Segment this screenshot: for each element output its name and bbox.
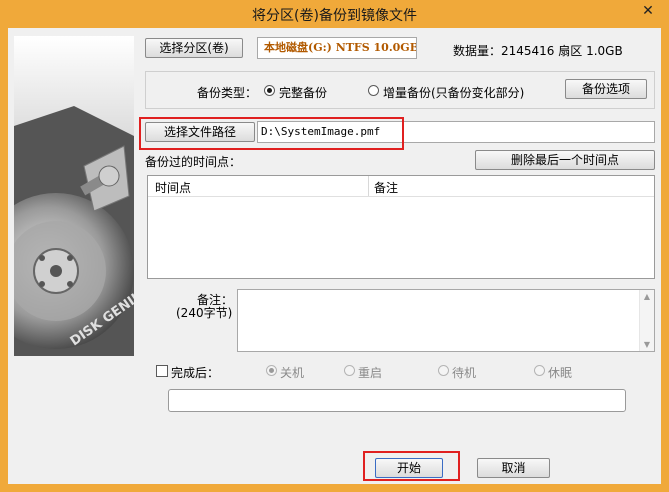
column-divider	[368, 176, 369, 196]
notes-textarea[interactable]: ▲ ▼	[237, 289, 655, 352]
start-button[interactable]: 开始	[375, 458, 443, 478]
selected-drive-display: 本地磁盘(G:) NTFS 10.0GB	[257, 37, 417, 59]
file-path-value: D:\SystemImage.pmf	[261, 125, 381, 138]
history-table-header: 时间点 备注	[148, 176, 654, 197]
shutdown-radio[interactable]	[266, 365, 277, 376]
backup-options-button[interactable]: 备份选项	[565, 79, 647, 99]
restart-label[interactable]: 重启	[358, 364, 382, 381]
full-backup-radio[interactable]	[264, 85, 275, 96]
title-bar: 将分区(卷)备份到镜像文件 ✕	[0, 0, 669, 28]
hibernate-label[interactable]: 休眠	[548, 364, 572, 381]
select-file-path-button[interactable]: 选择文件路径	[145, 122, 255, 142]
notes-limit-label: (240字节)	[176, 306, 233, 320]
backup-progress-bar	[168, 389, 626, 412]
file-path-field[interactable]: D:\SystemImage.pmf	[257, 121, 655, 143]
scroll-down-icon[interactable]: ▼	[640, 340, 654, 349]
hard-disk-icon: DISK GENIUS	[14, 36, 134, 356]
scroll-up-icon[interactable]: ▲	[640, 292, 654, 301]
cancel-button[interactable]: 取消	[477, 458, 550, 478]
data-size-label: 数据量：2145416 扇区 1.0GB	[453, 44, 623, 58]
column-header-timepoint[interactable]: 时间点	[155, 179, 191, 196]
after-complete-checkbox[interactable]	[156, 365, 168, 377]
after-complete-label[interactable]: 完成后：	[171, 364, 219, 381]
backup-dialog: 将分区(卷)备份到镜像文件 ✕ DISK GENIUS 选择分区(卷) 本地磁盘…	[0, 0, 669, 492]
standby-label[interactable]: 待机	[452, 364, 476, 381]
history-table[interactable]: 时间点 备注	[147, 175, 655, 279]
close-icon[interactable]: ✕	[635, 1, 661, 21]
incremental-backup-label[interactable]: 增量备份(只备份变化部分)	[383, 84, 524, 101]
backup-type-group: 备份类型： 完整备份 增量备份(只备份变化部分) 备份选项	[145, 71, 655, 109]
full-backup-label[interactable]: 完整备份	[279, 84, 327, 101]
disk-genius-sidebar-image: DISK GENIUS	[14, 36, 134, 356]
window-title: 将分区(卷)备份到镜像文件	[252, 8, 417, 24]
dialog-client: DISK GENIUS 选择分区(卷) 本地磁盘(G:) NTFS 10.0GB…	[8, 28, 661, 484]
delete-last-timepoint-button[interactable]: 删除最后一个时间点	[475, 150, 655, 170]
standby-radio[interactable]	[438, 365, 449, 376]
shutdown-label[interactable]: 关机	[280, 364, 304, 381]
column-header-notes[interactable]: 备注	[374, 179, 398, 196]
backup-type-label: 备份类型：	[197, 86, 258, 100]
hibernate-radio[interactable]	[534, 365, 545, 376]
restart-radio[interactable]	[344, 365, 355, 376]
incremental-backup-radio[interactable]	[368, 85, 379, 96]
select-partition-button[interactable]: 选择分区(卷)	[145, 38, 243, 58]
history-label: 备份过的时间点：	[145, 155, 242, 169]
notes-scrollbar[interactable]: ▲ ▼	[639, 290, 654, 351]
